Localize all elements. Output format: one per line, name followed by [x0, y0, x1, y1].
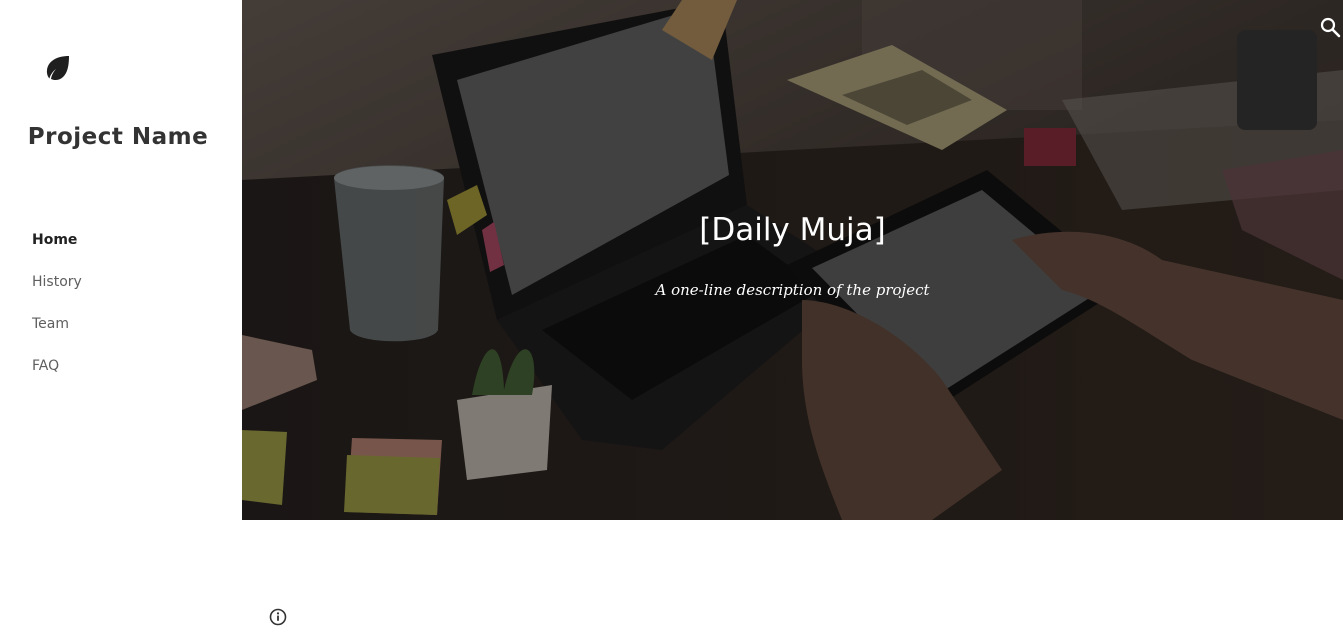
hero-title: [Daily Muja]	[699, 212, 886, 248]
nav-item-team[interactable]: Team	[32, 310, 82, 352]
hero-banner: [Daily Muja] A one-line description of t…	[242, 0, 1343, 520]
sidebar: Project Name Home History Team FAQ	[0, 0, 242, 637]
nav-item-home[interactable]: Home	[32, 226, 82, 268]
nav-item-faq[interactable]: FAQ	[32, 352, 82, 394]
hero-description: A one-line description of the project	[655, 281, 930, 299]
search-icon[interactable]	[1319, 16, 1343, 40]
nav-item-history[interactable]: History	[32, 268, 82, 310]
info-icon[interactable]	[268, 607, 288, 627]
main-nav: Home History Team FAQ	[32, 226, 82, 394]
leaf-icon[interactable]	[44, 54, 72, 82]
hero-background-image	[242, 0, 1343, 520]
site-title[interactable]: Project Name	[0, 124, 236, 150]
